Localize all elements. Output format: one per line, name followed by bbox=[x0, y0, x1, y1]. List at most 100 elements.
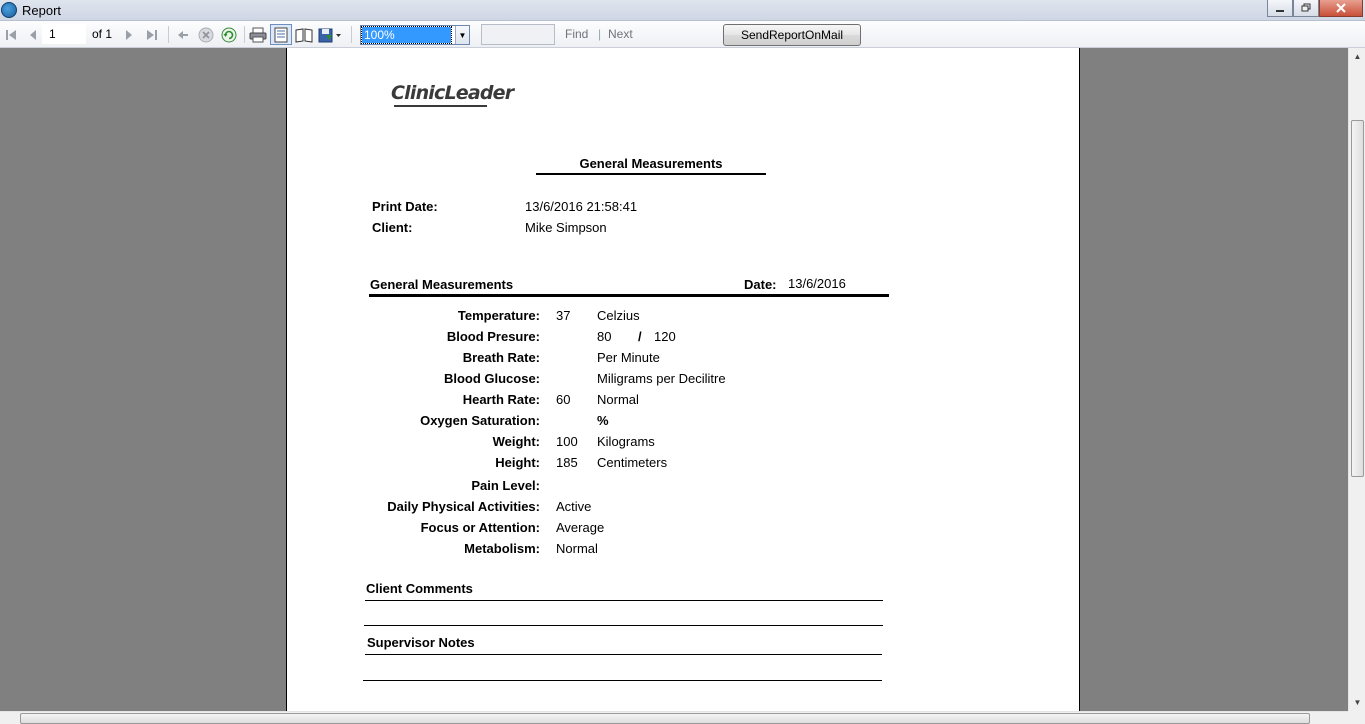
measurement-unit: Kilograms bbox=[597, 434, 655, 449]
measurement-label: Breath Rate: bbox=[462, 350, 540, 365]
page-number-input[interactable] bbox=[42, 24, 86, 44]
page-count-label: of 1 bbox=[92, 27, 113, 41]
client-value: Mike Simpson bbox=[525, 220, 607, 235]
refresh-icon bbox=[221, 27, 237, 42]
previous-page-button[interactable] bbox=[26, 25, 40, 44]
scroll-up-icon[interactable]: ▲ bbox=[1349, 48, 1365, 65]
measurement-value: Normal bbox=[556, 541, 598, 556]
print-button[interactable] bbox=[248, 25, 268, 44]
page-layout-icon bbox=[274, 27, 288, 42]
report-page: ClinicLeader General Measurements Print … bbox=[286, 48, 1080, 711]
send-report-on-mail-button[interactable]: SendReportOnMail bbox=[723, 24, 861, 46]
measurement-label: Blood Presure: bbox=[446, 329, 540, 344]
notes-divider bbox=[365, 654, 882, 655]
scrollbar-corner bbox=[1348, 711, 1365, 724]
systolic-value: 80 bbox=[597, 329, 612, 344]
export-button[interactable] bbox=[317, 25, 343, 44]
measurement-value: Average bbox=[556, 520, 605, 535]
zoom-dropdown[interactable]: 100% ▼ bbox=[360, 25, 470, 45]
measurement-value: 185 bbox=[556, 455, 578, 470]
window-controls bbox=[1267, 0, 1363, 18]
measurement-unit: % bbox=[597, 413, 609, 428]
book-icon bbox=[295, 27, 313, 43]
measurement-value: 60 bbox=[556, 392, 571, 407]
close-button[interactable] bbox=[1319, 0, 1363, 17]
printer-icon bbox=[249, 27, 267, 42]
client-label: Client: bbox=[372, 220, 413, 235]
page-setup-button[interactable] bbox=[294, 25, 314, 44]
report-title: General Measurements bbox=[579, 156, 723, 171]
stop-button[interactable] bbox=[197, 25, 215, 44]
print-date-label: Print Date: bbox=[372, 199, 438, 214]
measurement-label: Pain Level: bbox=[471, 478, 540, 493]
notes-bottom-line bbox=[363, 680, 882, 681]
minimize-icon bbox=[1276, 10, 1284, 12]
restore-icon bbox=[1301, 3, 1311, 12]
print-date-value: 13/6/2016 21:58:41 bbox=[525, 199, 638, 214]
first-page-button[interactable] bbox=[4, 25, 18, 44]
measurement-unit: Centimeters bbox=[597, 455, 668, 470]
measurement-label: Daily Physical Activities: bbox=[387, 499, 540, 514]
diastolic-value: 120 bbox=[654, 329, 676, 344]
app-icon bbox=[1, 2, 17, 18]
measurement-label: Height: bbox=[495, 455, 540, 470]
vertical-scrollbar[interactable]: ▲ ▼ bbox=[1348, 48, 1365, 711]
logo-underline bbox=[394, 105, 487, 107]
measurement-label: Oxygen Saturation: bbox=[420, 413, 540, 428]
find-input[interactable] bbox=[481, 24, 555, 45]
measurement-unit: Per Minute bbox=[597, 350, 660, 365]
minimize-button[interactable] bbox=[1267, 0, 1293, 17]
toolbar-separator bbox=[244, 26, 245, 43]
horizontal-scrollbar[interactable] bbox=[0, 711, 1348, 724]
last-page-icon bbox=[147, 29, 157, 40]
zoom-value: 100% bbox=[361, 26, 452, 44]
stop-icon bbox=[198, 27, 214, 42]
pressure-separator: / bbox=[638, 329, 642, 344]
save-export-icon bbox=[318, 28, 341, 42]
first-page-icon bbox=[6, 29, 16, 40]
toolbar-separator bbox=[168, 26, 169, 43]
measurement-label: Focus or Attention: bbox=[420, 520, 540, 535]
next-page-icon bbox=[126, 29, 132, 40]
measurement-value: 37 bbox=[556, 308, 571, 323]
supervisor-notes-label: Supervisor Notes bbox=[367, 635, 475, 650]
report-toolbar: of 1 100% ▼ Find | Next SendReportOnMail bbox=[0, 21, 1365, 48]
measurement-value: Active bbox=[556, 499, 592, 514]
section-divider bbox=[369, 294, 889, 297]
find-link[interactable]: Find bbox=[565, 27, 588, 41]
print-layout-button[interactable] bbox=[270, 24, 292, 45]
report-viewer: ClinicLeader General Measurements Print … bbox=[0, 48, 1348, 711]
measurement-label: Metabolism: bbox=[464, 541, 540, 556]
title-bar: Report bbox=[0, 0, 1365, 21]
back-button[interactable] bbox=[175, 25, 191, 44]
previous-page-icon bbox=[30, 29, 36, 40]
measurement-label: Temperature: bbox=[457, 308, 540, 323]
chevron-down-icon[interactable]: ▼ bbox=[455, 26, 469, 44]
comments-divider bbox=[365, 600, 883, 601]
horizontal-scroll-thumb[interactable] bbox=[20, 713, 1310, 724]
vertical-scroll-thumb[interactable] bbox=[1351, 120, 1364, 477]
back-arrow-icon bbox=[178, 30, 188, 39]
clinicleader-logo: ClinicLeader bbox=[391, 82, 514, 104]
last-page-button[interactable] bbox=[144, 25, 160, 44]
title-underline bbox=[536, 173, 766, 175]
maximize-button[interactable] bbox=[1293, 0, 1319, 17]
scroll-down-icon[interactable]: ▼ bbox=[1349, 694, 1365, 711]
date-label: Date: bbox=[744, 277, 777, 292]
measurement-unit: Celzius bbox=[597, 308, 640, 323]
window-title: Report bbox=[22, 3, 62, 18]
section-title: General Measurements bbox=[370, 277, 514, 292]
find-next-link[interactable]: Next bbox=[608, 27, 633, 41]
toolbar-separator bbox=[351, 26, 352, 43]
refresh-button[interactable] bbox=[220, 25, 238, 44]
close-icon bbox=[1336, 3, 1346, 13]
next-page-button[interactable] bbox=[122, 25, 136, 44]
measurement-unit: Miligrams per Decilitre bbox=[597, 371, 726, 386]
measurement-label: Weight: bbox=[492, 434, 540, 449]
comments-bottom-line bbox=[364, 625, 883, 626]
client-comments-label: Client Comments bbox=[366, 581, 473, 596]
measurement-unit: Normal bbox=[597, 392, 639, 407]
date-value: 13/6/2016 bbox=[788, 276, 846, 291]
find-separator: | bbox=[598, 27, 602, 41]
measurement-label: Blood Glucose: bbox=[443, 371, 540, 386]
